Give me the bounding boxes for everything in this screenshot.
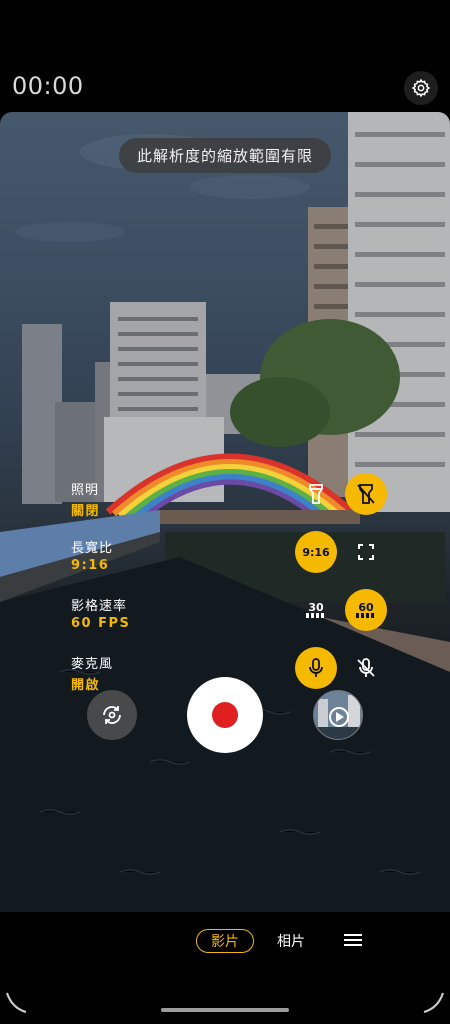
fps-bars-icon <box>306 613 324 618</box>
camera-viewfinder[interactable]: 此解析度的縮放範圍有限 照明 關閉 長寬比 9:16 影格速率 60 FPS 麥… <box>0 112 450 912</box>
microphone-icon <box>309 658 323 677</box>
fullscreen-icon <box>358 544 374 560</box>
microphone-off-icon <box>357 658 375 677</box>
aspect-9-16-label: 9:16 <box>302 545 330 559</box>
setting-microphone: 麥克風 開啟 <box>71 653 113 693</box>
fps-60-label: 60 <box>358 601 374 614</box>
setting-aspect-ratio: 長寬比 9:16 <box>71 537 113 573</box>
setting-aspect-ratio-value: 9:16 <box>71 558 110 573</box>
scene-preview <box>0 112 450 912</box>
setting-aspect-ratio-label: 長寬比 <box>71 541 114 556</box>
camera-switch-icon <box>103 706 121 724</box>
recording-timer: 00:00 <box>12 72 84 100</box>
flashlight-on-button[interactable] <box>295 473 337 515</box>
gallery-button[interactable] <box>313 690 363 740</box>
record-button[interactable] <box>187 677 263 753</box>
microphone-off-button[interactable] <box>345 647 387 689</box>
microphone-on-button[interactable] <box>295 647 337 689</box>
setting-lighting-value: 關閉 <box>71 504 101 519</box>
fps-30-button[interactable]: 30 <box>295 589 337 631</box>
zoom-limit-toast: 此解析度的縮放範圍有限 <box>119 138 331 173</box>
flashlight-icon <box>309 484 323 504</box>
flashlight-off-button[interactable] <box>345 473 387 515</box>
setting-lighting-label: 照明 <box>71 483 100 498</box>
setting-frame-rate-value: 60 FPS <box>71 616 131 631</box>
setting-lighting: 照明 關閉 <box>71 479 100 519</box>
gear-icon <box>411 78 431 98</box>
record-icon <box>212 702 238 728</box>
setting-frame-rate-label: 影格速率 <box>71 599 128 614</box>
home-indicator[interactable] <box>161 1008 289 1012</box>
flashlight-off-icon <box>357 484 375 504</box>
setting-frame-rate: 影格速率 60 FPS <box>71 595 130 631</box>
screen-corner-right <box>423 992 444 1013</box>
fps-bars-icon <box>356 613 374 618</box>
aspect-9-16-button[interactable]: 9:16 <box>295 531 337 573</box>
aspect-full-button[interactable] <box>345 531 387 573</box>
gallery-thumbnail <box>314 691 362 739</box>
switch-camera-button[interactable] <box>87 690 137 740</box>
fps-60-button[interactable]: 60 <box>345 589 387 631</box>
screen-corner-left <box>6 992 27 1013</box>
settings-button[interactable] <box>404 71 438 105</box>
fps-30-label: 30 <box>308 601 324 614</box>
hamburger-menu-icon[interactable] <box>343 932 363 948</box>
setting-microphone-label: 麥克風 <box>71 657 114 672</box>
mode-video-tab[interactable]: 影片 <box>196 929 254 953</box>
mode-photo-tab[interactable]: 相片 <box>277 931 305 951</box>
